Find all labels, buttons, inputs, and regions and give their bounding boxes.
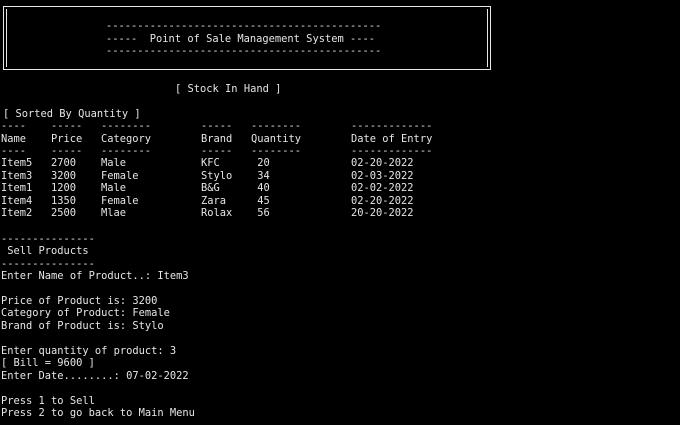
cell-name: Item1 [1,182,33,194]
table-under-dashes: ---- ----- -------- ----- -------- -----… [1,145,641,158]
sorted-label: [ Sorted By Quantity ] [3,108,141,120]
banner-rule-top: ----------------------------------------… [106,20,382,32]
cell-category: Mlae [101,207,127,219]
cell-quantity: 45 [251,195,270,207]
cell-name: Item3 [1,170,33,182]
dash-price: ----- [51,145,83,157]
menu-option-sell: Press 1 to Sell [1,395,95,407]
cell-price: 1350 [51,195,77,207]
cell-quantity: 20 [251,157,270,169]
cell-category: Female [101,170,139,182]
table-row: Item5 2700 Male KFC 20 02-20-2022 [1,157,641,170]
banner-title: ----- Point of Sale Management System --… [106,33,375,45]
header-category: Category [101,133,152,145]
dash-quantity: -------- [251,120,302,132]
cell-brand: Zara [201,195,227,207]
cell-date: 02-20-2022 [351,157,414,169]
dash-brand: ----- [201,145,233,157]
cell-date: 02-03-2022 [351,170,414,182]
cell-date: 02-20-2022 [351,195,414,207]
enter-name-prompt: Enter Name of Product..: Item3 [1,270,189,282]
header-date: Date of Entry [351,133,433,145]
sell-title: Sell Products [1,245,89,257]
dash-category: -------- [101,120,152,132]
cell-quantity: 34 [251,170,270,182]
sell-dash-bottom: --------------- [1,258,95,270]
table-row: Item3 3200 Female Stylo 34 02-03-2022 [1,170,641,183]
cell-price: 2500 [51,207,77,219]
dash-brand: ----- [201,120,233,132]
banner-rule-bottom: ----------------------------------------… [106,45,382,57]
header-price: Price [51,133,83,145]
cell-quantity: 56 [251,207,270,219]
dash-quantity: -------- [251,145,302,157]
bill-output: [ Bill = 9600 ] [1,357,95,369]
enter-date-prompt: Enter Date........: 07-02-2022 [1,370,189,382]
brand-output: Brand of Product is: Stylo [1,320,164,332]
table-header: Name Price Category Brand Quantity Date … [1,133,641,146]
menu-option-back: Press 2 to go back to Main Menu [1,407,195,419]
cell-date: 20-20-2022 [351,207,414,219]
cell-category: Male [101,157,127,169]
cell-name: Item4 [1,195,33,207]
price-output: Price of Product is: 3200 [1,295,158,307]
enter-quantity-prompt: Enter quantity of product: 3 [1,345,177,357]
cell-brand: Stylo [201,170,233,182]
table-row: Item1 1200 Male B&G 40 02-02-2022 [1,182,641,195]
dash-date: ------------- [351,145,433,157]
header-quantity: Quantity [251,133,302,145]
cell-brand: B&G [201,182,220,194]
dash-name: ---- [1,145,27,157]
cell-name: Item5 [1,157,33,169]
cell-brand: Rolax [201,207,233,219]
cell-quantity: 40 [251,182,270,194]
header-name: Name [1,133,27,145]
table-row: Item2 2500 Mlae Rolax 56 20-20-2022 [1,207,641,220]
cell-category: Male [101,182,127,194]
cell-date: 02-02-2022 [351,182,414,194]
cell-brand: KFC [201,157,220,169]
dash-price: ----- [51,120,83,132]
table-top-dashes: ---- ----- -------- ----- -------- -----… [1,120,641,133]
table-row: Item4 1350 Female Zara 45 02-20-2022 [1,195,641,208]
header-brand: Brand [201,133,233,145]
dash-date: ------------- [351,120,433,132]
category-output: Category of Product: Female [1,307,170,319]
dash-name: ---- [1,120,27,132]
dash-category: -------- [101,145,152,157]
cell-price: 3200 [51,170,77,182]
stock-heading: [ Stock In Hand ] [175,83,282,95]
cell-price: 1200 [51,182,77,194]
cell-name: Item2 [1,207,33,219]
cell-category: Female [101,195,139,207]
cell-price: 2700 [51,157,77,169]
sell-dash-top: --------------- [1,233,95,245]
